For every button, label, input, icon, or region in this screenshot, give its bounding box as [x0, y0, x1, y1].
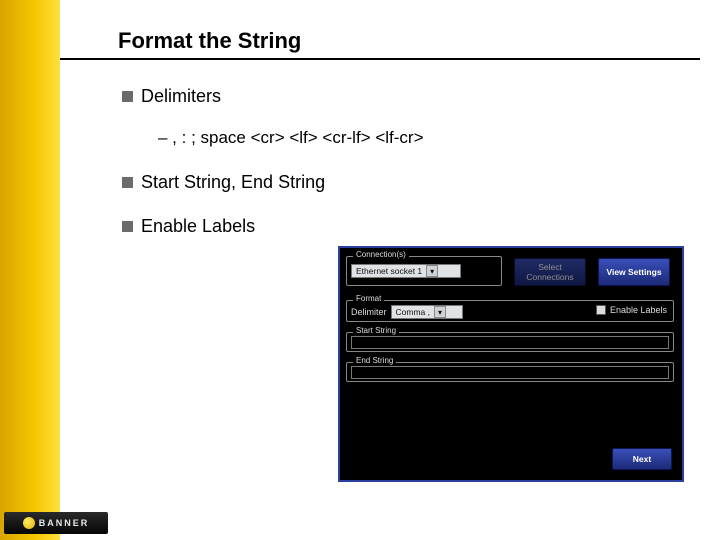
dropdown-value: Ethernet socket 1: [356, 266, 422, 276]
enable-labels-checkbox[interactable]: [596, 305, 606, 315]
logo-dot-icon: [23, 517, 35, 529]
bullet-text: Start String, End String: [141, 172, 325, 193]
group-connections: Connection(s) Ethernet socket 1 ▾: [346, 256, 502, 286]
bullet-square-icon: [122, 177, 133, 188]
dropdown-value: Comma ,: [396, 307, 430, 317]
group-start-string: Start String: [346, 332, 674, 352]
delimiter-dropdown[interactable]: Comma , ▾: [391, 305, 463, 319]
bullet-square-icon: [122, 91, 133, 102]
group-legend: Connection(s): [353, 250, 409, 259]
select-connections-button[interactable]: Select Connections: [514, 258, 586, 286]
bullet-delimiters: Delimiters: [122, 86, 221, 107]
delimiter-label: Delimiter: [351, 307, 387, 317]
bullet-square-icon: [122, 221, 133, 232]
settings-panel: Connection(s) Ethernet socket 1 ▾ Select…: [338, 246, 684, 482]
chevron-down-icon: ▾: [426, 265, 438, 277]
group-legend: Format: [353, 294, 384, 303]
logo-text: BANNER: [39, 518, 90, 528]
title-underline: [60, 58, 700, 60]
group-legend: End String: [353, 356, 396, 365]
bullet-enable-labels: Enable Labels: [122, 216, 255, 237]
next-button[interactable]: Next: [612, 448, 672, 470]
group-format: Format Delimiter Comma , ▾ Enable Labels: [346, 300, 674, 322]
checkbox-label: Enable Labels: [610, 305, 667, 315]
chevron-down-icon: ▾: [434, 306, 446, 318]
bullet-start-end: Start String, End String: [122, 172, 325, 193]
connection-dropdown[interactable]: Ethernet socket 1 ▾: [351, 264, 461, 278]
page-title: Format the String: [118, 28, 301, 54]
enable-labels-row: Enable Labels: [596, 305, 667, 315]
delimiter-row: Delimiter Comma , ▾: [351, 305, 463, 319]
bullet-text: Enable Labels: [141, 216, 255, 237]
view-settings-button[interactable]: View Settings: [598, 258, 670, 286]
end-string-input[interactable]: [351, 366, 669, 379]
sidebar-accent: [0, 0, 60, 540]
button-label: Next: [633, 454, 651, 464]
bullet-text: Delimiters: [141, 86, 221, 107]
group-legend: Start String: [353, 326, 399, 335]
banner-logo: BANNER: [4, 512, 108, 534]
group-end-string: End String: [346, 362, 674, 382]
button-label: View Settings: [606, 267, 661, 277]
sub-bullet-delimiter-list: – , : ; space <cr> <lf> <cr-lf> <lf-cr>: [158, 128, 424, 148]
start-string-input[interactable]: [351, 336, 669, 349]
button-label: Select Connections: [515, 262, 585, 282]
